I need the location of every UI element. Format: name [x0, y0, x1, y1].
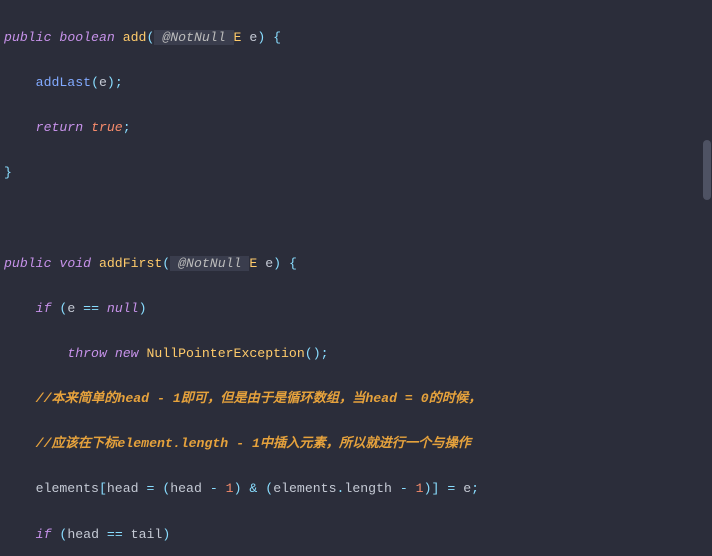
code-editor[interactable]: public boolean add( @NotNull E e) { addL…	[0, 0, 712, 556]
code-line-blank	[0, 207, 712, 230]
literal-null: null	[107, 301, 139, 316]
code-line-comment: //本来简单的head - 1即可，但是由于是循环数组，当head = 0的时候…	[0, 388, 712, 411]
type-generic: E	[234, 30, 242, 45]
annotation-notnull: @NotNull	[170, 256, 249, 271]
keyword-throw: throw	[67, 346, 107, 361]
code-line: elements[head = (head - 1) & (elements.l…	[0, 478, 712, 501]
code-line: addLast(e);	[0, 72, 712, 95]
code-line: return true;	[0, 117, 712, 140]
scrollbar-thumb[interactable]	[703, 140, 711, 200]
annotation-notnull: @NotNull	[154, 30, 233, 45]
keyword-return: return	[36, 120, 83, 135]
keyword-public: public	[4, 30, 51, 45]
code-line: }	[0, 162, 712, 185]
method-name: addFirst	[99, 256, 162, 271]
keyword-new: new	[115, 346, 139, 361]
comment: //本来简单的head - 1即可，但是由于是循环数组，当head = 0的时候…	[36, 391, 482, 406]
keyword-if: if	[36, 301, 52, 316]
method-call: addLast	[36, 75, 91, 90]
class-name: NullPointerException	[146, 346, 304, 361]
literal-true: true	[91, 120, 123, 135]
scrollbar-track[interactable]	[702, 0, 712, 556]
code-line: if (head == tail)	[0, 524, 712, 547]
keyword-boolean: boolean	[59, 30, 114, 45]
code-line-comment: //应该在下标element.length - 1中插入元素，所以就进行一个与操…	[0, 433, 712, 456]
code-line: throw new NullPointerException();	[0, 343, 712, 366]
code-line: if (e == null)	[0, 298, 712, 321]
method-name: add	[123, 30, 147, 45]
code-line: public boolean add( @NotNull E e) {	[0, 27, 712, 50]
code-line: public void addFirst( @NotNull E e) {	[0, 253, 712, 276]
comment: //应该在下标element.length - 1中插入元素，所以就进行一个与操…	[36, 436, 471, 451]
